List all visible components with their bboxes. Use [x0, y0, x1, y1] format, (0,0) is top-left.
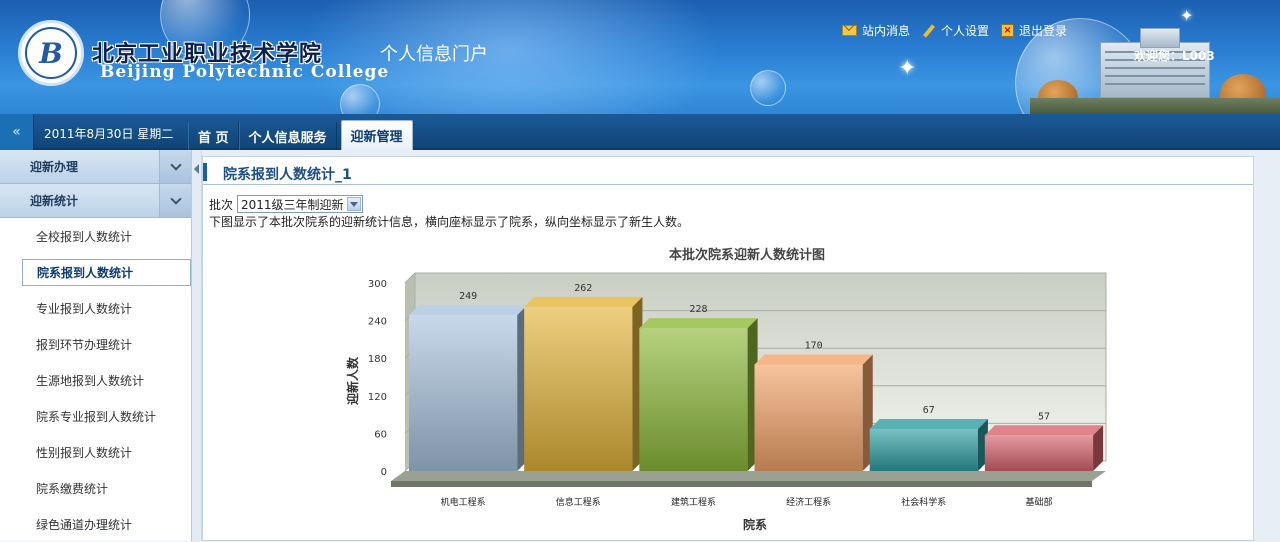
chart-container: 本批次院系迎新人数统计图 0 60 120 180 240 300 249 机电工程系 262 信息…: [323, 239, 1143, 539]
x-tick-label: 机电工程系: [441, 496, 486, 508]
main-panel: 院系报到人数统计_1 批次 2011级三年制迎新 下图显示了本批次院系的迎新统计…: [202, 156, 1254, 541]
bar-front: [639, 328, 748, 471]
current-date: 2011年8月30日 星期二: [44, 127, 174, 141]
sidebar-item-green-channel-stats[interactable]: 绿色通道办理统计: [0, 506, 191, 542]
chevron-down-icon: [159, 150, 191, 183]
bar-value-label: 57: [1038, 411, 1050, 422]
page-title: 院系报到人数统计_1: [223, 167, 352, 183]
bar-top: [639, 318, 758, 329]
bar-top: [524, 296, 643, 307]
building-shape: [1140, 28, 1180, 48]
panel-header: 院系报到人数统计_1: [203, 157, 1253, 185]
chart-description: 下图显示了本批次院系的迎新统计信息，横向座标显示了院系，纵向坐标显示了新生人数。: [209, 215, 690, 229]
x-tick-label: 基础部: [1025, 496, 1052, 508]
sidebar-item-fee-stats[interactable]: 院系缴费统计: [0, 470, 191, 506]
y-tick-label: 120: [368, 392, 387, 403]
tab-enrollment[interactable]: 迎新管理: [340, 120, 413, 150]
tab-home[interactable]: 首 页: [188, 122, 239, 150]
logout-link[interactable]: × 退出登录: [1001, 22, 1067, 39]
batch-label: 批次: [209, 197, 234, 212]
bar-front: [754, 364, 863, 471]
exit-icon: ×: [1001, 24, 1015, 37]
x-tick-label: 经济工程系: [786, 496, 831, 508]
sidebar-item-gender-stats[interactable]: 性别报到人数统计: [0, 434, 191, 470]
x-tick-label: 信息工程系: [556, 496, 601, 508]
chevron-down-icon: [159, 184, 191, 217]
y-tick-label: 0: [381, 467, 387, 478]
messages-link[interactable]: 站内消息: [842, 22, 910, 39]
bar-value-label: 67: [923, 405, 935, 416]
bar-top: [754, 354, 873, 365]
sidebar-item-origin-stats[interactable]: 生源地报到人数统计: [0, 362, 191, 398]
tab-personal-info[interactable]: 个人信息服务: [238, 122, 337, 150]
sparkle-icon: ✦: [1180, 6, 1194, 25]
main-nav: « 2011年8月30日 星期二 首 页 个人信息服务 迎新管理: [0, 114, 1280, 150]
batch-filter: 批次 2011级三年制迎新: [209, 195, 364, 213]
settings-link[interactable]: 个人设置: [922, 22, 989, 39]
sidebar-splitter[interactable]: [192, 150, 202, 541]
bar-value-label: 249: [459, 291, 477, 302]
school-name-en: Beijing Polytechnic College: [100, 62, 390, 82]
sidebar-item-major-stats[interactable]: 专业报到人数统计: [0, 290, 191, 326]
y-tick-label: 60: [374, 429, 387, 440]
y-tick-label: 300: [368, 279, 387, 290]
bar-value-label: 262: [574, 283, 592, 294]
x-axis-label: 院系: [743, 517, 767, 532]
batch-selected-value: 2011级三年制迎新: [241, 197, 344, 212]
sparkle-icon: ✦: [898, 56, 917, 81]
welcome-text: 欢迎您：L003: [1134, 49, 1215, 63]
sidebar-group-enrollment-handling[interactable]: 迎新办理: [0, 150, 191, 184]
chart-floor-top: [391, 471, 1106, 481]
school-logo: B: [18, 20, 84, 86]
header-banner: B 北京工业职业技术学院 个人信息门户 Beijing Polytechnic …: [0, 0, 1280, 114]
x-tick-label: 建筑工程系: [671, 496, 716, 508]
ground-shape: [1030, 98, 1280, 114]
bar-front: [869, 429, 978, 471]
bar-top: [869, 419, 988, 430]
batch-select[interactable]: 2011级三年制迎新: [237, 195, 364, 213]
nav-tabs: 首 页 个人信息服务 迎新管理: [188, 114, 413, 150]
bar-value-label: 228: [689, 304, 707, 315]
title-accent-bar: [203, 163, 207, 181]
chart-floor-edge: [391, 481, 1092, 487]
double-chevron-left-icon: «: [12, 124, 21, 140]
bar-front: [409, 314, 518, 471]
campus-image: [1030, 20, 1280, 114]
bar-top: [409, 304, 528, 315]
sidebar-item-dept-major-stats[interactable]: 院系专业报到人数统计: [0, 398, 191, 434]
bar-front: [984, 435, 1094, 471]
sidebar-group-enrollment-stats[interactable]: 迎新统计: [0, 184, 191, 218]
y-tick-label: 240: [368, 317, 387, 328]
sidebar-item-school-stats[interactable]: 全校报到人数统计: [0, 218, 191, 254]
portal-title: 个人信息门户: [380, 44, 488, 65]
bar-top: [984, 425, 1104, 436]
sidebar-item-step-stats[interactable]: 报到环节办理统计: [0, 326, 191, 362]
top-links: 站内消息 个人设置 × 退出登录: [842, 22, 1067, 39]
mail-icon: [842, 25, 857, 36]
bar-value-label: 170: [805, 340, 823, 351]
bar-front: [524, 306, 633, 471]
collapse-arrow-icon: [194, 164, 199, 174]
pencil-icon: [922, 24, 936, 38]
x-tick-label: 社会科学系: [901, 496, 946, 508]
chart-title: 本批次院系迎新人数统计图: [669, 247, 825, 263]
y-axis-label: 迎新人数: [345, 356, 360, 405]
y-tick-label: 180: [368, 354, 387, 365]
logo-mark-icon: B: [25, 27, 77, 79]
decorative-bubble: [750, 70, 786, 106]
dropdown-arrow-icon: [347, 197, 362, 211]
bar-chart: 本批次院系迎新人数统计图 0 60 120 180 240 300 249 机电工程系 262 信息…: [345, 247, 1107, 532]
collapse-sidebar-button[interactable]: «: [0, 114, 34, 150]
sidebar-item-department-stats[interactable]: 院系报到人数统计: [22, 259, 191, 286]
sidebar: 迎新办理 迎新统计 全校报到人数统计 院系报到人数统计 专业报到人数统计 报到环…: [0, 150, 192, 541]
